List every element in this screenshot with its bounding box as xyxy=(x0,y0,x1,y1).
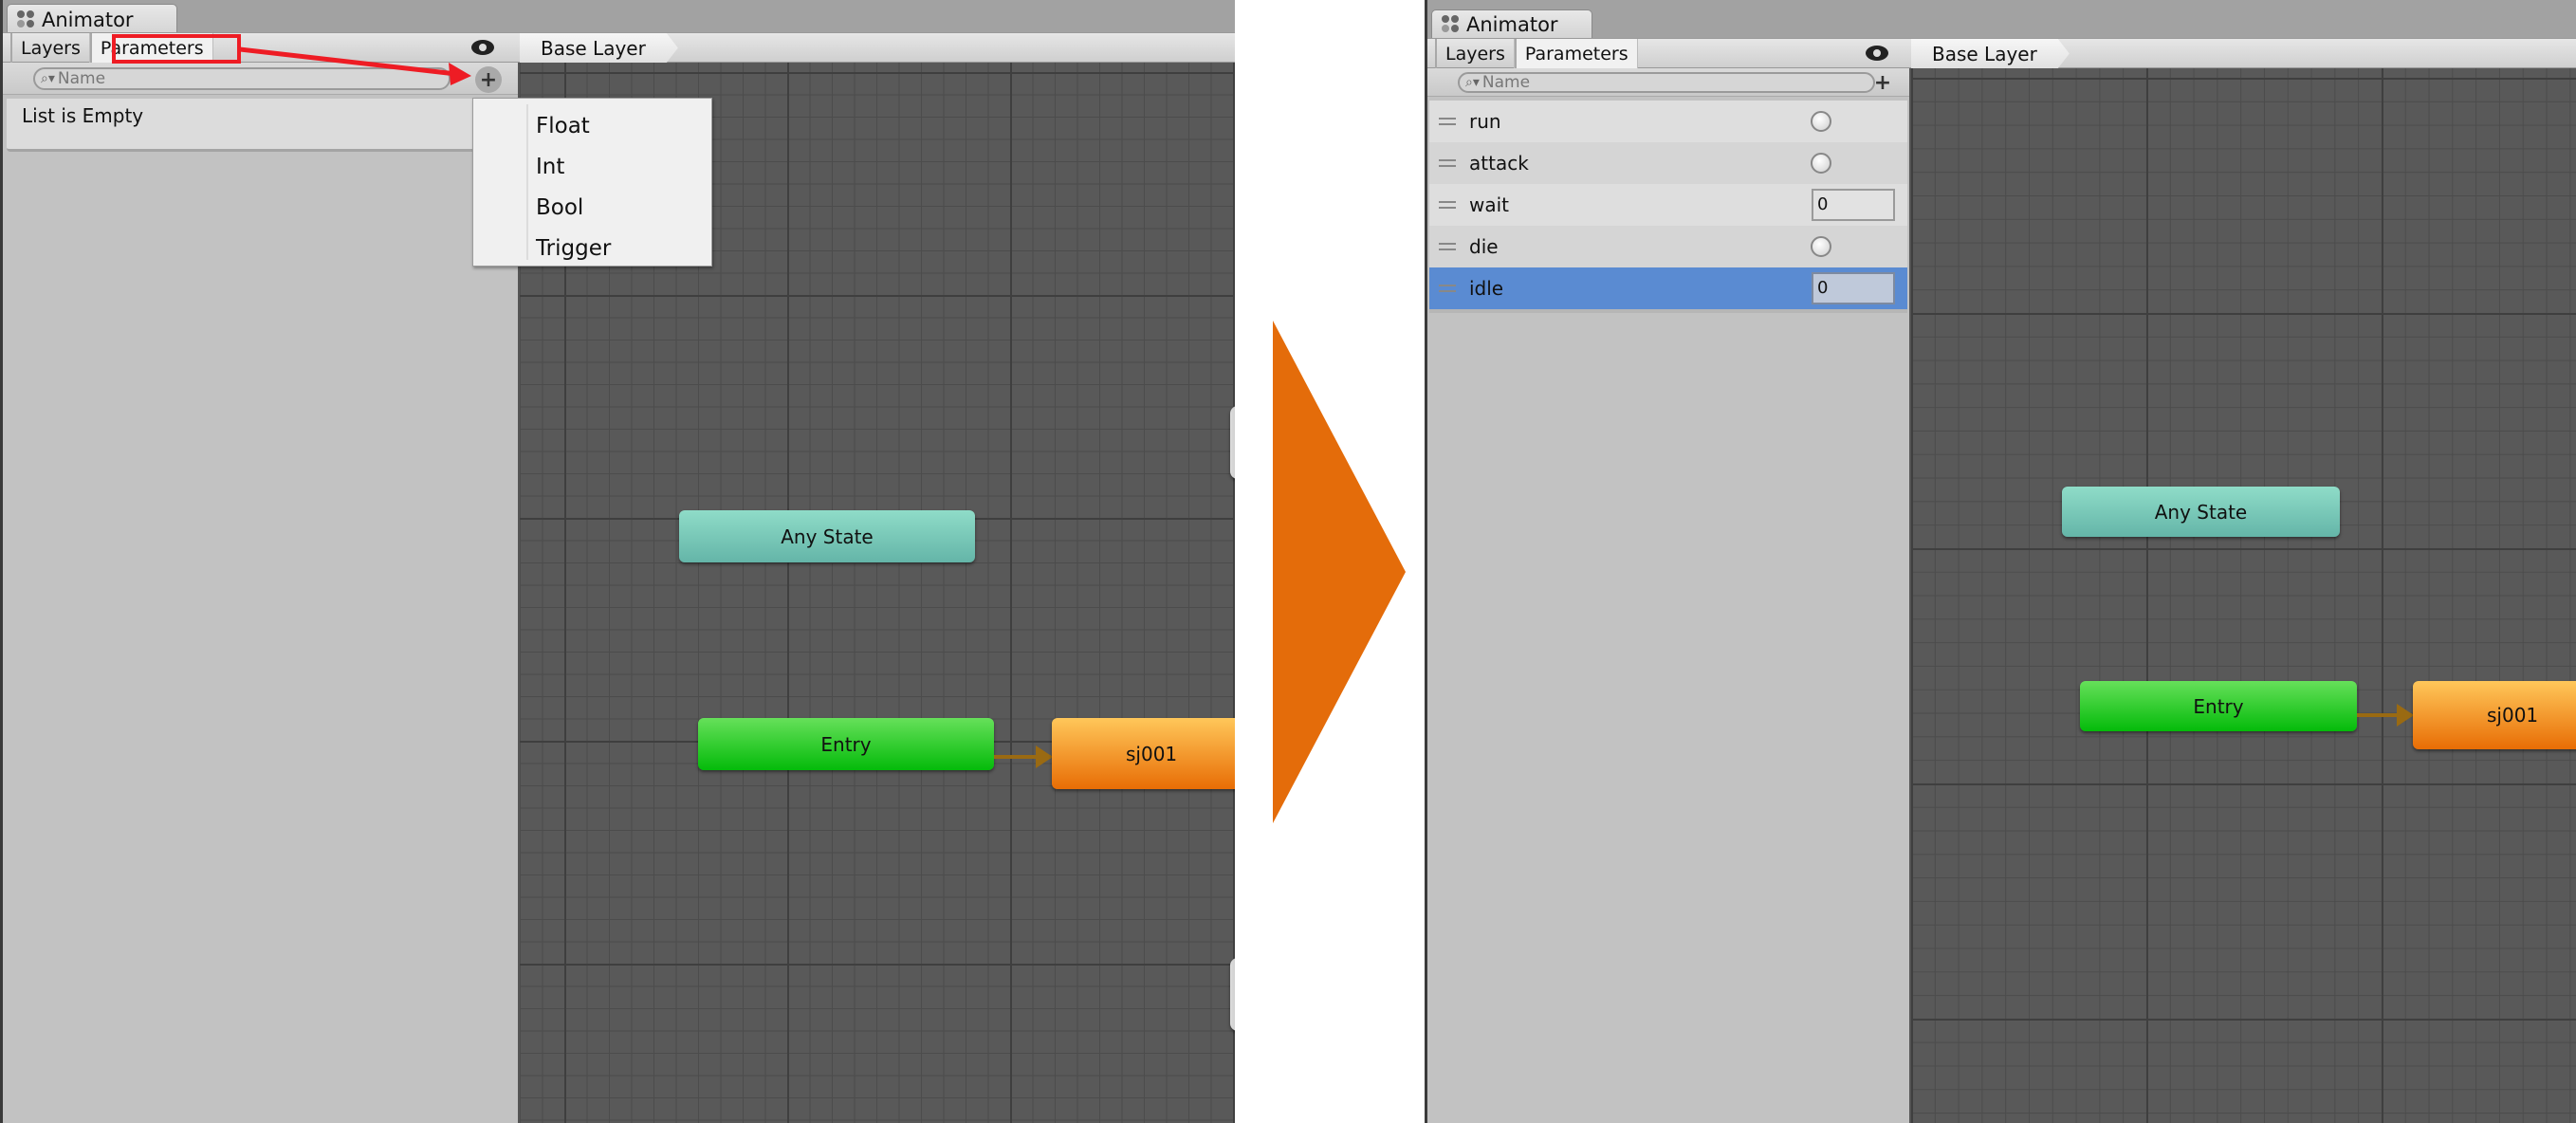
search-row: ⌕▾ Name + xyxy=(1427,68,1909,97)
parameter-name[interactable]: attack xyxy=(1469,152,1529,175)
toolbar: Layers Parameters Base Layer xyxy=(1427,38,2576,68)
parameters-sidebar: ⌕▾ Name + List is Empty xyxy=(3,63,520,1123)
sidebar-tabs: Layers Parameters xyxy=(1435,39,1638,68)
add-parameter-button[interactable]: + xyxy=(1869,69,1896,96)
parameter-name[interactable]: run xyxy=(1469,110,1501,133)
node-stub[interactable] xyxy=(1230,406,1235,479)
drag-handle-icon[interactable] xyxy=(1439,159,1456,167)
drag-handle-icon[interactable] xyxy=(1439,118,1456,125)
menu-item-trigger[interactable]: Trigger xyxy=(473,228,711,268)
drag-handle-icon[interactable] xyxy=(1439,285,1456,292)
search-placeholder: Name xyxy=(1481,73,1531,92)
parameter-row-idle[interactable]: idle 0 xyxy=(1429,267,1907,309)
state-machine-canvas[interactable]: Any State Entry sj001 xyxy=(1911,68,2576,1123)
window-tab-animator[interactable]: Animator xyxy=(1431,9,1592,38)
bool-toggle[interactable] xyxy=(1811,153,1831,174)
node-entry[interactable]: Entry xyxy=(2080,681,2357,731)
parameter-name[interactable]: die xyxy=(1469,235,1499,258)
parameter-row-die[interactable]: die xyxy=(1429,226,1907,267)
animator-icon xyxy=(1442,14,1461,34)
node-stub[interactable] xyxy=(1230,958,1235,1031)
menu-item-float[interactable]: Float xyxy=(473,105,711,146)
drag-handle-icon[interactable] xyxy=(1439,201,1456,209)
empty-list: List is Empty xyxy=(7,99,514,152)
bool-toggle[interactable] xyxy=(1811,236,1831,257)
window-title: Animator xyxy=(1466,12,1558,36)
node-entry[interactable]: Entry xyxy=(698,718,994,770)
transition-arrow[interactable] xyxy=(2357,704,2414,727)
bool-toggle[interactable] xyxy=(1811,111,1831,132)
drag-handle-icon[interactable] xyxy=(1439,243,1456,250)
node-any-state[interactable]: Any State xyxy=(679,510,975,562)
screenshot-after: Animator Layers Parameters Base Layer ⌕▾… xyxy=(1425,0,2576,1123)
tab-parameters[interactable]: Parameters xyxy=(1514,39,1638,68)
transition-arrow[interactable] xyxy=(994,746,1053,768)
int-value-field[interactable]: 0 xyxy=(1812,189,1895,221)
menu-item-bool[interactable]: Bool xyxy=(473,187,711,228)
node-any-state[interactable]: Any State xyxy=(2062,487,2340,537)
parameter-row-wait[interactable]: wait 0 xyxy=(1429,184,1907,226)
tab-layers[interactable]: Layers xyxy=(1435,39,1515,68)
screenshot-before: Animator Layers Parameters Base Layer ⌕▾… xyxy=(0,0,1235,1123)
add-parameter-menu: Float Int Bool Trigger xyxy=(472,98,712,267)
search-input[interactable]: ⌕▾ Name xyxy=(1458,72,1875,93)
eye-icon[interactable] xyxy=(1866,46,1888,61)
empty-message: List is Empty xyxy=(22,104,144,127)
plus-icon: + xyxy=(1873,70,1892,95)
annotation-arrow-icon xyxy=(239,46,471,85)
int-value-field[interactable]: 0 xyxy=(1812,272,1895,304)
breadcrumb-base-layer[interactable]: Base Layer xyxy=(520,33,678,63)
search-icon: ⌕▾ xyxy=(1465,75,1480,90)
parameters-sidebar: ⌕▾ Name + run attack wait 0 die idle 0 xyxy=(1427,68,1911,1123)
parameter-name[interactable]: idle xyxy=(1469,277,1503,300)
node-state-sj001[interactable]: sj001 xyxy=(2413,681,2576,749)
breadcrumb-base-layer[interactable]: Base Layer xyxy=(1911,39,2070,68)
menu-item-int[interactable]: Int xyxy=(473,146,711,187)
parameter-list: run attack wait 0 die idle 0 xyxy=(1429,101,1907,313)
parameter-row-attack[interactable]: attack xyxy=(1429,142,1907,184)
parameter-name[interactable]: wait xyxy=(1469,193,1509,216)
parameter-row-run[interactable]: run xyxy=(1429,101,1907,142)
node-state-sj001[interactable]: sj001 xyxy=(1052,718,1235,789)
arrow-right-icon xyxy=(1273,321,1406,823)
